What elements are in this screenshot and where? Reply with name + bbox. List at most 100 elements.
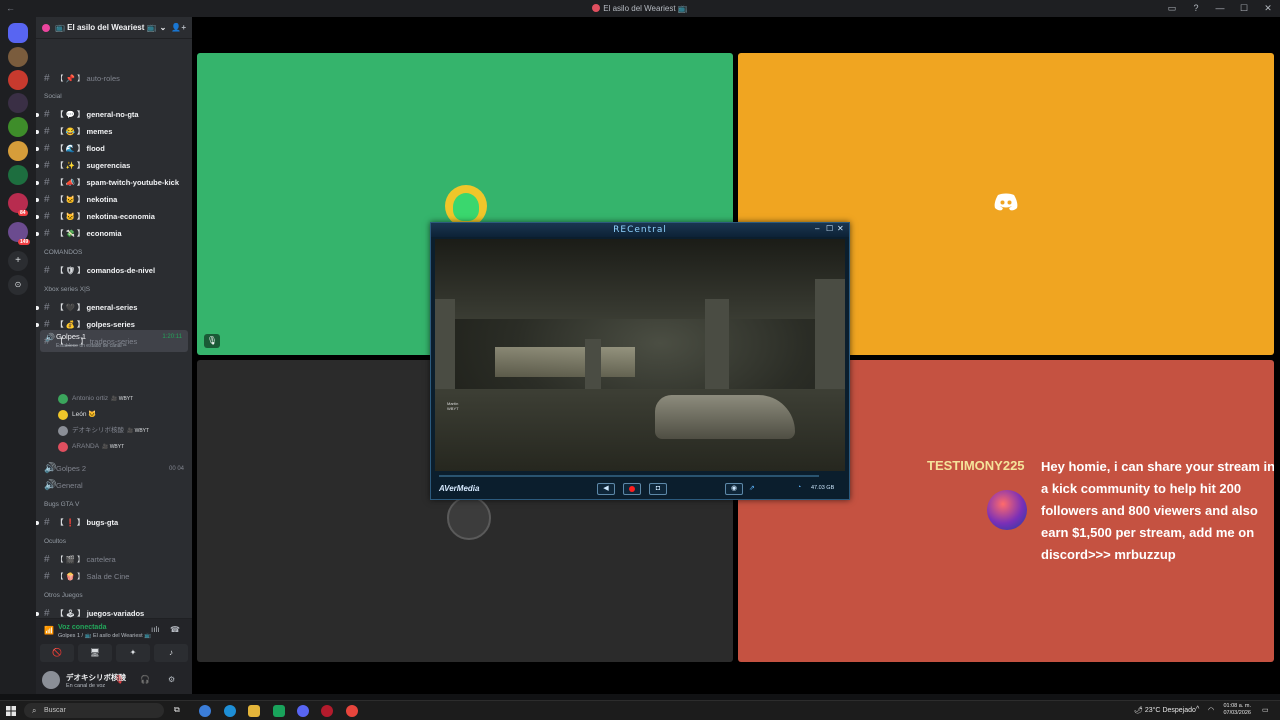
notification-icon[interactable]: ▭ bbox=[1262, 706, 1269, 714]
channel-cartelera[interactable]: # 【 🎬 】 cartelera bbox=[36, 552, 192, 568]
storage-icon: ◔ bbox=[797, 484, 802, 491]
unread-indicator bbox=[36, 306, 39, 310]
channel-emoji: 【 😂 】 bbox=[56, 127, 85, 136]
volume-button[interactable]: ◀ bbox=[597, 483, 615, 495]
chrome-icon[interactable] bbox=[346, 705, 358, 717]
capture-progress[interactable] bbox=[439, 475, 819, 477]
channel-sala-de-cine[interactable]: # 【 🍿 】 Sala de Cine bbox=[36, 569, 192, 585]
channel-nekotina[interactable]: # 【 🐱 】 nekotina bbox=[36, 192, 192, 208]
disconnect-icon[interactable]: ☎ bbox=[170, 625, 180, 634]
guild-header[interactable]: 📺 El asilo del Weariest 📺 ⌄ 👤+ bbox=[36, 17, 192, 39]
minimize-button[interactable]: — bbox=[1208, 0, 1232, 17]
channel-nekotina-economia[interactable]: # 【 🐱 】 nekotina-economia bbox=[36, 209, 192, 225]
taskbar-search[interactable]: ⌕ Buscar bbox=[24, 703, 164, 718]
server-icon[interactable] bbox=[8, 165, 28, 185]
guild-icon bbox=[42, 23, 50, 32]
voice-channel[interactable]: 🔊 Golpes 2 00 04 bbox=[36, 461, 192, 477]
channel-auto-roles[interactable]: # 【 📌 】 auto-roles bbox=[36, 71, 192, 87]
channel-name: general-series bbox=[86, 303, 138, 312]
channel-economia[interactable]: # 【 💸 】 economia bbox=[36, 226, 192, 242]
recentral-title: RECentral bbox=[613, 225, 667, 235]
member-name: Antonio ortiz bbox=[72, 395, 109, 402]
direct-messages-icon[interactable] bbox=[8, 23, 28, 43]
voice-status: Voz conectada bbox=[58, 624, 107, 631]
channel-tradeos-series[interactable]: # 【 ___ 】 tradeos-series bbox=[36, 334, 192, 350]
recentral-titlebar[interactable]: RECentral – ☐ ✕ bbox=[431, 223, 849, 237]
avatar[interactable] bbox=[42, 671, 60, 689]
app-icon[interactable] bbox=[273, 705, 285, 717]
channel-category[interactable]: COMANDOS bbox=[44, 249, 82, 256]
recentral-window[interactable]: RECentral – ☐ ✕ Martín WBYT AVerMedia ◀ ◘… bbox=[430, 222, 850, 500]
recentral-icon[interactable] bbox=[321, 705, 333, 717]
channel-memes[interactable]: # 【 😂 】 memes bbox=[36, 124, 192, 140]
inbox-icon[interactable]: ▭ bbox=[1160, 0, 1184, 17]
stream-button[interactable]: ◉ bbox=[725, 483, 743, 495]
tray-chevron-icon[interactable]: ^ bbox=[1196, 706, 1199, 713]
weather-description: Despejado bbox=[1162, 707, 1196, 714]
server-icon[interactable] bbox=[8, 117, 28, 137]
unread-indicator bbox=[36, 232, 39, 236]
noise-suppression-icon[interactable]: ıılı bbox=[151, 625, 159, 634]
channel-category[interactable]: Social bbox=[44, 93, 62, 100]
channel-comandos-de-nivel[interactable]: # 【 🛡 】 comandos-de-nivel bbox=[36, 263, 192, 279]
task-view-icon[interactable]: ⧉ bbox=[174, 705, 186, 717]
channel-sugerencias[interactable]: # 【 ✨ 】 sugerencias bbox=[36, 158, 192, 174]
screenshare-button[interactable]: 🖥 bbox=[78, 644, 112, 662]
voice-member[interactable]: León 🐱 bbox=[58, 408, 188, 422]
voice-member[interactable]: デオキシリボ核酸 🎥 WBYT bbox=[58, 424, 188, 438]
channel-flood[interactable]: # 【 🌊 】 flood bbox=[36, 141, 192, 157]
discover-icon[interactable]: ⊙ bbox=[8, 275, 28, 295]
close-button[interactable]: ✕ bbox=[837, 224, 844, 233]
wifi-icon[interactable]: ◠ bbox=[1208, 706, 1214, 714]
invite-icon[interactable]: 👤+ bbox=[171, 23, 186, 32]
channel-name: comandos-de-nivel bbox=[86, 266, 156, 275]
voice-member[interactable]: ARANDA 🎥 WBYT bbox=[58, 440, 188, 454]
hashtag-icon: # bbox=[44, 143, 50, 154]
maximize-button[interactable]: ☐ bbox=[826, 224, 833, 233]
server-icon[interactable] bbox=[8, 141, 28, 161]
soundboard-button[interactable]: ♪ bbox=[154, 644, 188, 662]
unread-indicator bbox=[36, 215, 39, 219]
channel-golpes-series[interactable]: # 【 💰 】 golpes-series bbox=[36, 317, 192, 333]
file-explorer-icon[interactable] bbox=[248, 705, 260, 717]
channel-spam-twitch-youtube-kick[interactable]: # 【 📣 】 spam-twitch-youtube-kick bbox=[36, 175, 192, 191]
voice-location[interactable]: Golpes 1 / 📺 El asilo del Weariest 📺 bbox=[58, 633, 151, 639]
channel-bugs-gta[interactable]: # 【 ❗ 】 bugs-gta bbox=[36, 515, 192, 531]
unread-badge: 149 bbox=[18, 239, 31, 245]
copilot-icon[interactable] bbox=[199, 705, 211, 717]
snapshot-button[interactable]: ◘ bbox=[649, 483, 667, 495]
maximize-button[interactable]: ☐ bbox=[1232, 0, 1256, 17]
camera-button[interactable]: 🚫 bbox=[40, 644, 74, 662]
hashtag-icon: # bbox=[44, 73, 50, 84]
close-button[interactable]: ✕ bbox=[1256, 0, 1280, 17]
channel-sidebar: 📺 El asilo del Weariest 📺 ⌄ 👤+ 🔊 Golpes … bbox=[36, 17, 192, 694]
headphones-icon[interactable]: 🎧 bbox=[140, 675, 150, 684]
minimize-button[interactable]: – bbox=[815, 224, 819, 233]
channel-general-no-gta[interactable]: # 【 💬 】 general-no-gta bbox=[36, 107, 192, 123]
member-name: ARANDA bbox=[72, 443, 100, 450]
weather-widget[interactable]: 🌶 23°C Despejado bbox=[1134, 706, 1196, 714]
server-icon[interactable] bbox=[8, 70, 28, 90]
add-server-icon[interactable]: + bbox=[8, 251, 28, 271]
edge-icon[interactable] bbox=[224, 705, 236, 717]
channel-category[interactable]: Otros Juegos bbox=[44, 592, 83, 599]
channel-category[interactable]: Ocultos bbox=[44, 538, 66, 545]
channel-category[interactable]: Bugs GTA V bbox=[44, 501, 79, 508]
share-icon[interactable]: ⇗ bbox=[749, 484, 755, 492]
voice-member[interactable]: Antonio ortiz 🎥 WBYT bbox=[58, 392, 188, 406]
mute-microphone-icon[interactable]: 🎙 bbox=[114, 675, 124, 684]
windows-start-icon[interactable] bbox=[6, 706, 16, 716]
unread-indicator bbox=[36, 323, 39, 327]
voice-channel[interactable]: 🔊 General bbox=[36, 478, 192, 494]
gear-icon[interactable]: ⚙ bbox=[168, 675, 175, 684]
channel-category[interactable]: Xbox series X|S bbox=[44, 286, 90, 293]
activities-button[interactable]: ✦ bbox=[116, 644, 150, 662]
help-icon[interactable]: ? bbox=[1184, 0, 1208, 17]
clock[interactable]: 01:08 a. m. 07/03/2026 bbox=[1221, 703, 1251, 717]
server-rail: 84 149 + ⊙ bbox=[0, 17, 36, 694]
discord-icon[interactable] bbox=[297, 705, 309, 717]
server-icon[interactable] bbox=[8, 47, 28, 67]
server-icon[interactable] bbox=[8, 93, 28, 113]
record-button[interactable] bbox=[623, 483, 641, 495]
channel-general-series[interactable]: # 【 🖤 】 general-series bbox=[36, 300, 192, 316]
